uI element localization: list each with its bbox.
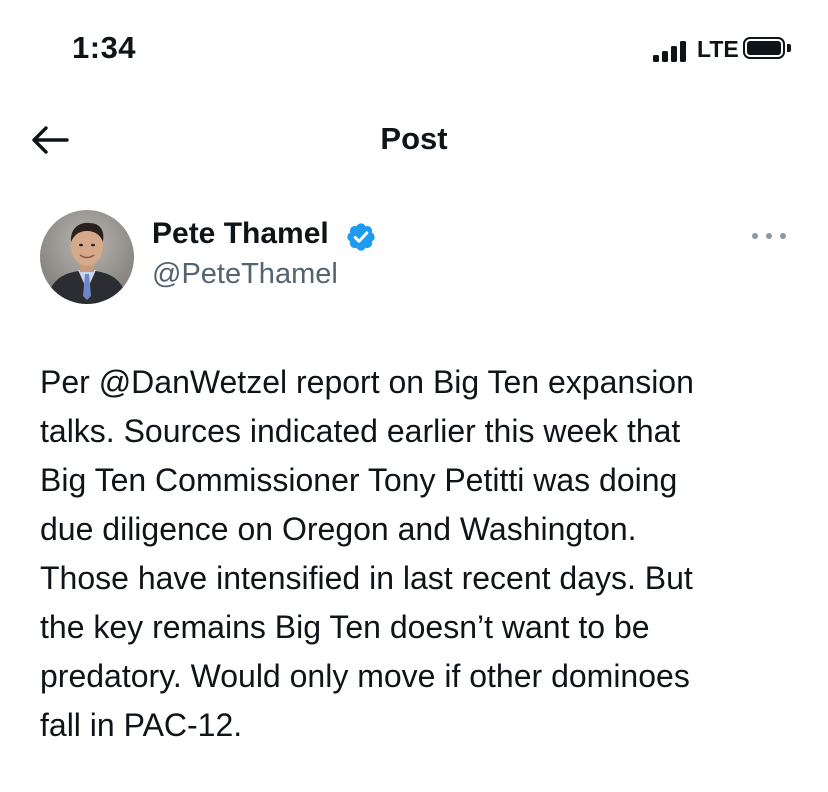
avatar-photo	[40, 210, 134, 304]
post-screen: 1:34 LTE Post Pete Thamel @PeteThamel Pe…	[0, 0, 828, 792]
tweet-line: the key remains Big Ten doesn’t want to …	[40, 609, 650, 645]
more-options-icon[interactable]	[752, 226, 786, 246]
verified-badge-icon	[347, 223, 375, 251]
page-title: Post	[380, 121, 448, 156]
avatar[interactable]	[40, 210, 134, 304]
author-name[interactable]: Pete Thamel	[152, 217, 329, 251]
tweet-line: predatory. Would only move if other domi…	[40, 658, 690, 694]
tweet-line: talks. Sources indicated earlier this we…	[40, 413, 681, 449]
battery-icon	[743, 37, 793, 63]
tweet-text: Per @DanWetzel report on Big Ten expansi…	[40, 358, 800, 750]
tweet-line: Per @DanWetzel report on Big Ten expansi…	[40, 364, 694, 400]
tweet-line: due diligence on Oregon and Washington.	[40, 511, 637, 547]
author-handle[interactable]: @PeteThamel	[152, 258, 338, 291]
cellular-signal-icon	[653, 40, 687, 62]
tweet-line: fall in PAC-12.	[40, 707, 243, 743]
tweet-line: Those have intensified in last recent da…	[40, 560, 693, 596]
network-type: LTE	[697, 36, 739, 62]
tweet-line: Big Ten Commissioner Tony Petitti was do…	[40, 462, 678, 498]
status-time: 1:34	[72, 30, 137, 65]
